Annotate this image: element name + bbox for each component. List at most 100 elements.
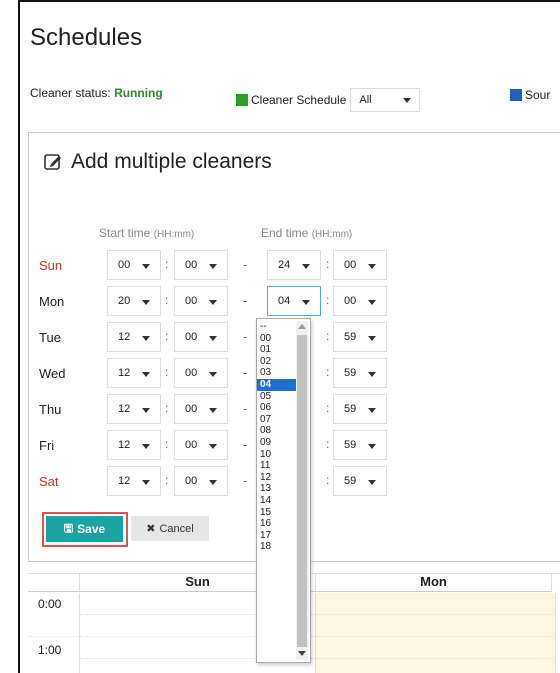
dropdown-option[interactable]: 14 [257, 495, 297, 507]
dropdown-option[interactable]: 00 [257, 333, 297, 345]
dropdown-option[interactable]: -- [257, 321, 297, 333]
time-colon: : [326, 329, 330, 343]
scroll-down-icon[interactable] [298, 651, 306, 656]
grid-slot[interactable] [316, 659, 556, 673]
schedule-row-wed: Wed 12: 00 -: 59 [29, 358, 389, 388]
schedule-filter-select[interactable]: All [350, 88, 421, 112]
end-hour-select-value: 24 [278, 259, 291, 271]
legend-source: Sour [510, 88, 550, 102]
cleaner-schedule-swatch [236, 94, 248, 106]
chevron-down-icon [368, 336, 376, 341]
start-minute-select-value: 00 [185, 439, 198, 451]
end-minute-select[interactable]: 59 [333, 358, 387, 388]
chevron-down-icon [209, 336, 217, 341]
dropdown-option[interactable]: 08 [257, 425, 297, 437]
chevron-down-icon [368, 264, 376, 269]
end-hour-dropdown-list[interactable]: -- 00 01 02 03 04 05 06 07 08 09 10 11 12 13 14 15 16 17 18 [256, 318, 311, 663]
start-hour-select[interactable]: 12 [107, 394, 161, 424]
start-minute-select-value: 00 [185, 475, 198, 487]
save-button[interactable]: 🖫 Save [46, 516, 123, 542]
end-minute-select-value: 59 [344, 403, 357, 415]
end-minute-select[interactable]: 59 [333, 466, 387, 496]
chevron-down-icon [142, 300, 150, 305]
scrollbar-thumb[interactable] [297, 335, 307, 647]
dropdown-option[interactable]: 15 [257, 507, 297, 519]
start-hour-select[interactable]: 20 [107, 286, 161, 316]
chevron-down-icon [403, 97, 412, 103]
cleaner-schedule-label: Cleaner Schedule [251, 93, 347, 107]
end-minute-select-value: 00 [344, 259, 357, 271]
dropdown-option[interactable]: 10 [257, 449, 297, 461]
dropdown-option[interactable]: 18 [257, 541, 297, 553]
dropdown-options: -- 00 01 02 03 04 05 06 07 08 09 10 11 12 13 14 15 16 17 18 [257, 321, 297, 553]
end-minute-select[interactable]: 59 [333, 394, 387, 424]
start-minute-select[interactable]: 00 [174, 430, 228, 460]
chevron-down-icon [142, 480, 150, 485]
chevron-down-icon [368, 300, 376, 305]
end-minute-select[interactable]: 59 [333, 322, 387, 352]
save-button-label: Save [77, 522, 106, 536]
grid-slot[interactable] [316, 593, 556, 615]
time-colon: : [326, 473, 330, 487]
grid-slot[interactable] [316, 637, 556, 659]
dropdown-option[interactable]: 03 [257, 367, 297, 379]
range-dash: - [243, 293, 248, 308]
end-hour-select[interactable]: 04 [267, 286, 321, 316]
start-minute-select[interactable]: 00 [174, 322, 228, 352]
dropdown-option[interactable]: 11 [257, 460, 297, 472]
time-colon: : [326, 293, 330, 307]
cancel-button[interactable]: ✖ Cancel [131, 516, 209, 541]
start-minute-select[interactable]: 00 [174, 394, 228, 424]
end-minute-select[interactable]: 00 [333, 250, 387, 280]
chevron-down-icon [209, 480, 217, 485]
start-minute-select[interactable]: 00 [174, 358, 228, 388]
dropdown-option[interactable]: 12 [257, 472, 297, 484]
start-hour-select[interactable]: 12 [107, 466, 161, 496]
dropdown-option[interactable]: 02 [257, 356, 297, 368]
start-minute-select[interactable]: 00 [174, 466, 228, 496]
dropdown-option[interactable]: 05 [257, 391, 297, 403]
dropdown-option[interactable]: 07 [257, 414, 297, 426]
end-minute-select-value: 59 [344, 367, 357, 379]
start-time-header-text: Start time [99, 226, 151, 240]
start-hour-select[interactable]: 12 [107, 358, 161, 388]
dropdown-option[interactable]: 09 [257, 437, 297, 449]
panel-title-text: Add multiple cleaners [71, 150, 272, 173]
start-minute-select[interactable]: 00 [174, 286, 228, 316]
dropdown-option[interactable]: 16 [257, 518, 297, 530]
start-hour-select[interactable]: 12 [107, 322, 161, 352]
dropdown-option[interactable]: 13 [257, 483, 297, 495]
day-label: Sat [39, 474, 59, 489]
time-colon: : [165, 365, 169, 379]
day-label: Sun [39, 258, 63, 273]
end-minute-select[interactable]: 59 [333, 430, 387, 460]
time-label: 1:00 [38, 643, 62, 657]
end-time-format: (HH:mm) [311, 229, 353, 240]
start-hour-select-value: 12 [118, 475, 131, 487]
end-time-header-text: End time [261, 226, 309, 240]
chevron-down-icon [368, 480, 376, 485]
scroll-up-icon[interactable] [298, 324, 306, 329]
chevron-down-icon [368, 444, 376, 449]
dropdown-option[interactable]: 04 [257, 378, 297, 391]
grid-slot[interactable] [316, 615, 556, 637]
cleaner-status-label: Cleaner status: [30, 86, 111, 100]
start-hour-select[interactable]: 00 [107, 250, 161, 280]
end-hour-select[interactable]: 24 [267, 250, 321, 280]
end-minute-select[interactable]: 00 [333, 286, 387, 316]
schedule-row-fri: Fri 12: 00 -: 59 [29, 430, 389, 460]
start-hour-select-value: 12 [118, 331, 131, 343]
chevron-down-icon [142, 336, 150, 341]
dropdown-scrollbar[interactable] [296, 321, 308, 660]
dropdown-option[interactable]: 01 [257, 344, 297, 356]
start-hour-select[interactable]: 12 [107, 430, 161, 460]
time-colon: : [326, 257, 330, 271]
start-minute-select[interactable]: 00 [174, 250, 228, 280]
time-colon: : [165, 329, 169, 343]
chevron-down-icon [209, 264, 217, 269]
end-minute-select-value: 00 [344, 295, 357, 307]
dropdown-option[interactable]: 06 [257, 402, 297, 414]
dropdown-option[interactable]: 17 [257, 530, 297, 542]
end-minute-select-value: 59 [344, 439, 357, 451]
schedule-row-tue: Tue 12:00-:59 [29, 322, 389, 352]
